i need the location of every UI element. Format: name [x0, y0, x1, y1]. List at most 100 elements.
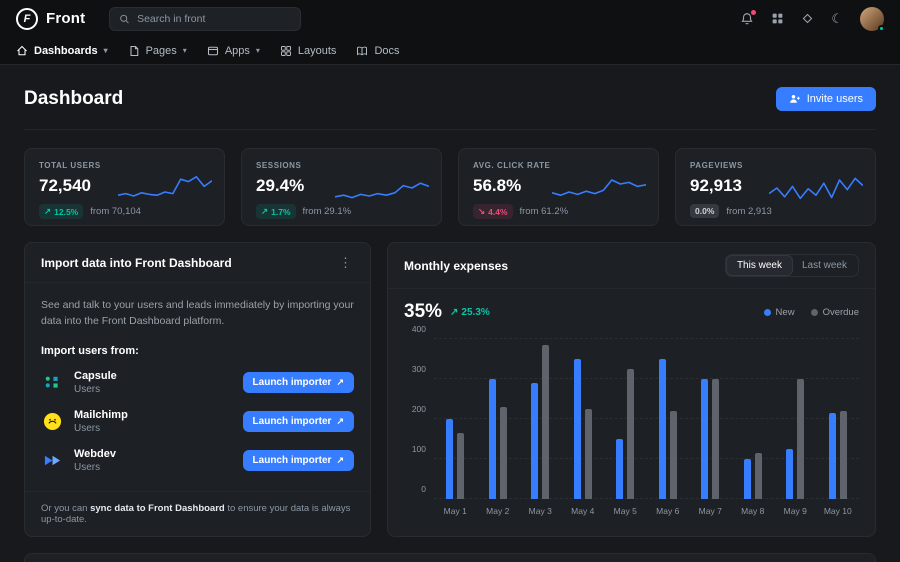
house-icon: [16, 45, 28, 57]
bar-group: [604, 339, 647, 499]
bar-new: [744, 459, 751, 499]
bar-new: [616, 439, 623, 499]
chevron-down-icon: ▾: [183, 46, 187, 55]
notifications-bell-icon[interactable]: [740, 12, 754, 26]
bar-overdue: [797, 379, 804, 499]
top-navbar: F Front ☾: [0, 0, 900, 37]
page-header: Dashboard Invite users: [24, 65, 876, 130]
front-logo-icon: F: [16, 8, 38, 30]
x-axis-label: May 9: [774, 506, 817, 516]
bar-overdue: [542, 345, 549, 499]
bar-new: [786, 449, 793, 499]
bar-new: [489, 379, 496, 499]
sync-data-link[interactable]: sync data to Front Dashboard: [90, 503, 225, 514]
stat-label: TOTAL USERS: [39, 161, 210, 170]
bar-overdue: [840, 411, 847, 499]
bar-group: [689, 339, 732, 499]
legend-dot-new: [764, 309, 771, 316]
nav-item-pages[interactable]: Pages ▾: [128, 45, 187, 57]
bar-overdue: [457, 433, 464, 499]
capsule-logo-icon: [41, 371, 63, 393]
global-search[interactable]: [109, 7, 301, 31]
bar-new: [701, 379, 708, 499]
chevron-down-icon: ▾: [104, 46, 108, 55]
legend-dot-overdue: [811, 309, 818, 316]
import-source-name: Webdev: [74, 448, 116, 460]
bar-group: [477, 339, 520, 499]
y-axis-label: 300: [412, 364, 426, 374]
invite-users-label: Invite users: [807, 93, 863, 105]
trend-up-icon: ↗: [450, 307, 458, 318]
search-icon: [119, 13, 130, 25]
import-row-webdev: Webdev Users Launch importer ↗: [41, 448, 354, 473]
nav-item-dashboards[interactable]: Dashboards ▾: [16, 45, 108, 57]
x-axis-label: May 1: [434, 506, 477, 516]
book-icon: [356, 45, 368, 57]
stat-card-total-users: TOTAL USERS 72,540 ↗12.5% from 70,104: [24, 148, 225, 226]
y-axis-label: 0: [421, 484, 426, 494]
sparkline-chart: [118, 172, 212, 212]
sparkline-chart: [335, 172, 429, 212]
bar-group: [434, 339, 477, 499]
layout-grid-icon: [280, 45, 292, 57]
trend-down-icon: ↘: [478, 206, 485, 217]
bar-new: [446, 419, 453, 499]
launch-importer-button[interactable]: Launch importer ↗: [243, 411, 354, 432]
nav-label: Pages: [146, 45, 177, 57]
external-link-icon: ↗: [336, 416, 344, 427]
brand-home-link[interactable]: F Front: [16, 8, 85, 30]
x-axis-label: May 5: [604, 506, 647, 516]
external-link-icon: ↗: [336, 455, 344, 466]
bar-overdue: [755, 453, 762, 499]
stat-label: AVG. CLICK RATE: [473, 161, 644, 170]
import-data-card: Import data into Front Dashboard ⋮ See a…: [24, 242, 371, 537]
y-axis-label: 400: [412, 324, 426, 334]
nav-item-apps[interactable]: Apps ▾: [207, 45, 260, 57]
mailchimp-logo-icon: [41, 410, 63, 432]
brand-name: Front: [46, 10, 85, 27]
bar-group: [774, 339, 817, 499]
dark-mode-moon-icon[interactable]: ☾: [831, 12, 843, 25]
expenses-delta: ↗ 25.3%: [450, 307, 490, 318]
import-source-name: Mailchimp: [74, 409, 128, 421]
bar-new: [659, 359, 666, 499]
chart-legend: New Overdue: [764, 307, 859, 318]
user-avatar[interactable]: [860, 7, 884, 31]
nav-item-layouts[interactable]: Layouts: [280, 45, 337, 57]
components-diamond-icon[interactable]: [801, 12, 814, 25]
stat-label: PAGEVIEWS: [690, 161, 861, 170]
legend-item-new[interactable]: New: [764, 307, 795, 318]
import-source-name: Capsule: [74, 370, 117, 382]
kebab-menu-icon[interactable]: ⋮: [337, 255, 354, 271]
x-axis-label: May 2: [477, 506, 520, 516]
person-plus-icon: [789, 93, 801, 105]
bar-group: [732, 339, 775, 499]
bar-group: [519, 339, 562, 499]
expenses-xaxis: May 1May 2May 3May 4May 5May 6May 7May 8…: [434, 506, 859, 516]
monthly-expenses-card: Monthly expenses This week Last week 35%…: [387, 242, 876, 537]
toggle-last-week[interactable]: Last week: [792, 256, 857, 275]
import-source-type: Users: [74, 462, 116, 473]
bar-overdue: [500, 407, 507, 499]
y-axis-label: 100: [412, 444, 426, 454]
nav-label: Dashboards: [34, 45, 98, 57]
expenses-plot: 0100200300400: [434, 339, 859, 499]
file-icon: [128, 45, 140, 57]
invite-users-button[interactable]: Invite users: [776, 87, 876, 111]
toggle-this-week[interactable]: This week: [727, 256, 792, 275]
legend-item-overdue[interactable]: Overdue: [811, 307, 859, 318]
nav-item-docs[interactable]: Docs: [356, 45, 399, 57]
import-row-mailchimp: Mailchimp Users Launch importer ↗: [41, 409, 354, 434]
trend-up-icon: ↗: [261, 206, 268, 217]
y-axis-label: 200: [412, 404, 426, 414]
launch-importer-button[interactable]: Launch importer ↗: [243, 450, 354, 471]
x-axis-label: May 7: [689, 506, 732, 516]
search-input[interactable]: [137, 13, 291, 25]
import-description: See and talk to your users and leads imm…: [41, 297, 354, 330]
chevron-down-icon: ▾: [256, 46, 260, 55]
launch-importer-button[interactable]: Launch importer ↗: [243, 372, 354, 393]
external-link-icon: ↗: [336, 377, 344, 388]
stat-card-pageviews: PAGEVIEWS 92,913 0.0% from 2,913: [675, 148, 876, 226]
card-title: Monthly expenses: [404, 259, 508, 273]
apps-grid-icon[interactable]: [771, 12, 784, 25]
